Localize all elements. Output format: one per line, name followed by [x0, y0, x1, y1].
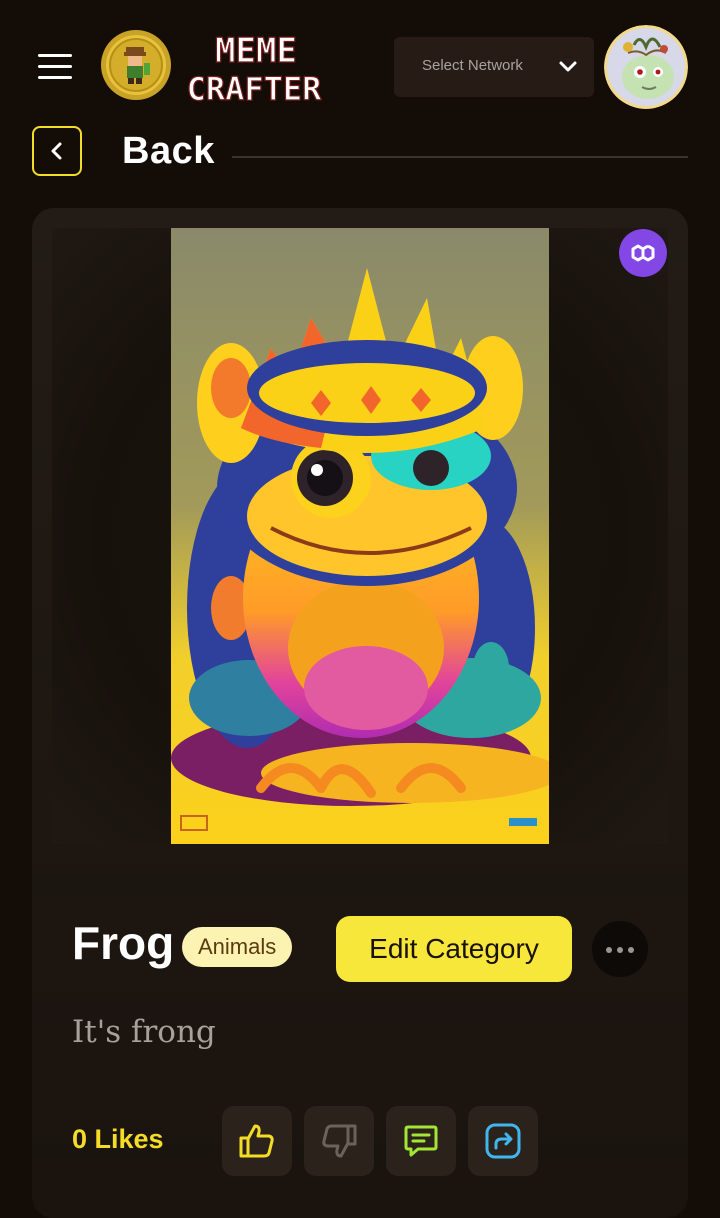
- edit-category-button[interactable]: Edit Category: [336, 916, 572, 982]
- dislike-button[interactable]: [304, 1106, 374, 1176]
- logo-coin-icon[interactable]: [100, 29, 172, 101]
- back-button[interactable]: [32, 126, 82, 176]
- logo-line-2: CRAFTER: [187, 70, 323, 106]
- chevron-down-icon: [559, 61, 577, 72]
- chevron-left-icon: [51, 142, 62, 160]
- comment-button[interactable]: [386, 1106, 456, 1176]
- divider: [232, 156, 688, 158]
- share-icon: [485, 1123, 521, 1159]
- meme-title: Frog: [72, 917, 175, 969]
- thumbs-up-icon: [239, 1124, 274, 1158]
- meme-description: It's frong: [72, 1014, 216, 1050]
- comment-icon: [404, 1125, 438, 1157]
- polygon-icon[interactable]: [619, 229, 667, 277]
- hamburger-icon[interactable]: [38, 54, 74, 80]
- meme-card: Frog Animals Edit Category It's frong 0 …: [32, 208, 688, 1218]
- top-bar: MEME CRAFTER Select Network: [0, 0, 720, 130]
- like-button[interactable]: [222, 1106, 292, 1176]
- likes-count: 0 Likes: [72, 1124, 164, 1154]
- logo-line-1: MEME: [215, 31, 297, 71]
- network-select[interactable]: Select Network: [394, 37, 594, 97]
- network-select-label: Select Network: [422, 57, 523, 74]
- thumbs-down-icon: [322, 1124, 357, 1158]
- meme-image[interactable]: [171, 228, 549, 844]
- category-badge: Animals: [182, 927, 293, 967]
- back-row: Back: [32, 126, 688, 180]
- back-label[interactable]: Back: [122, 130, 215, 173]
- app-logo[interactable]: MEME CRAFTER: [180, 28, 328, 106]
- share-button[interactable]: [468, 1106, 538, 1176]
- more-options-button[interactable]: [592, 921, 648, 977]
- user-avatar[interactable]: [604, 25, 688, 109]
